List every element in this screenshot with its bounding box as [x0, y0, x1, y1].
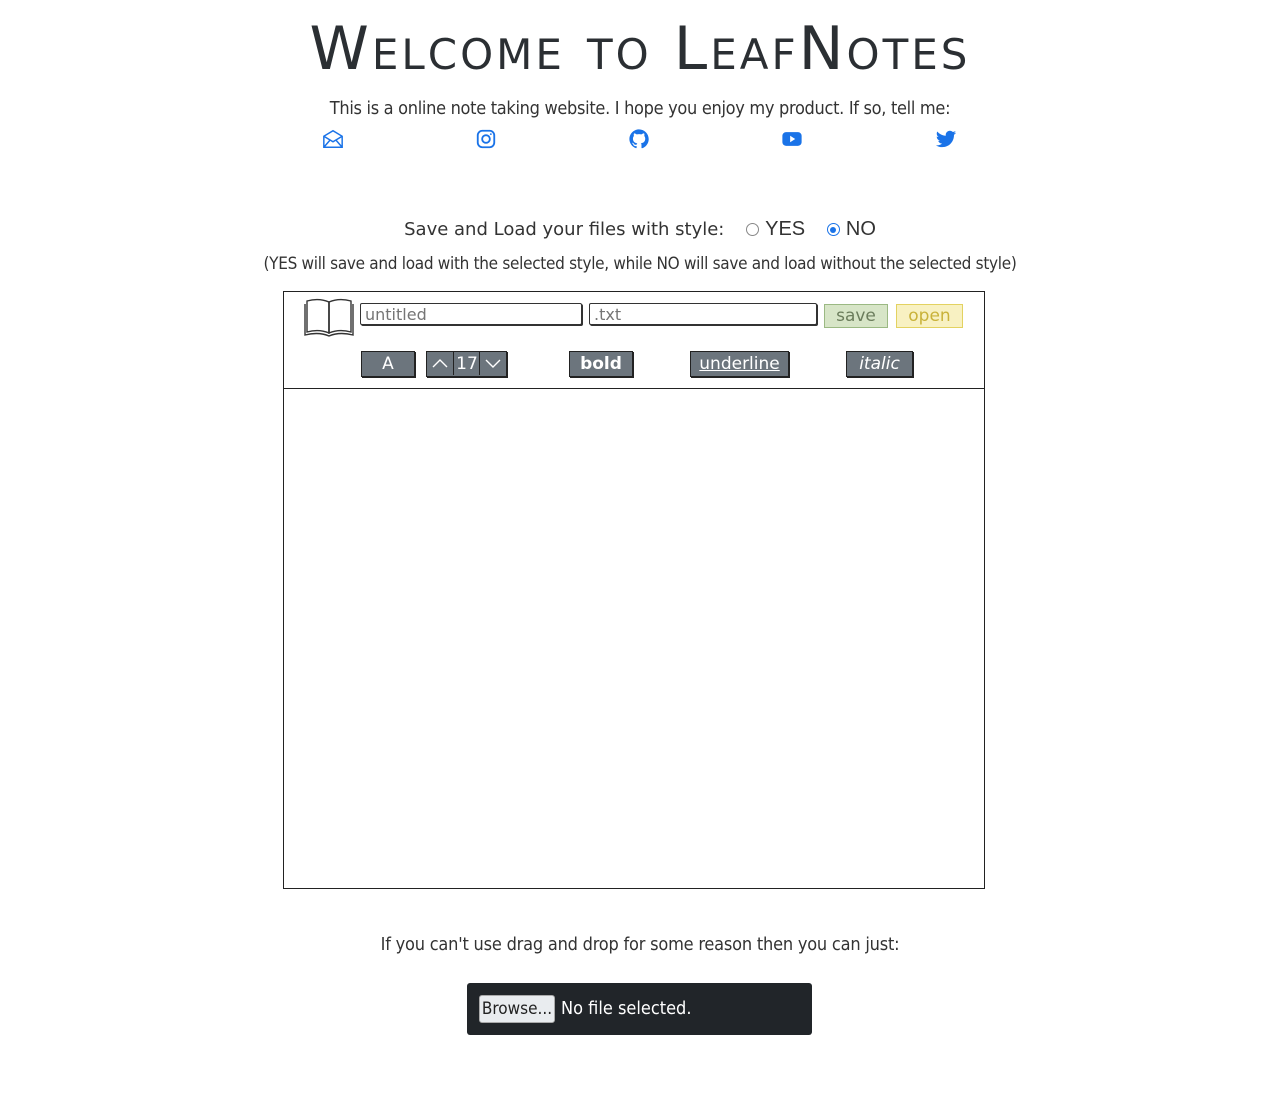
save-button[interactable]: save [824, 304, 888, 328]
radio-no-indicator [826, 223, 840, 237]
instagram-icon [476, 129, 496, 149]
radio-yes-label: YES [765, 218, 806, 240]
font-size-up-button[interactable] [427, 352, 454, 375]
drag-drop-message: If you can't use drag and drop for some … [380, 934, 900, 955]
open-button[interactable]: open [896, 304, 963, 328]
file-status: No file selected. [561, 998, 692, 1019]
intro-text: This is a online note taking website. I … [329, 98, 951, 119]
social-links [0, 128, 1280, 152]
radio-yes-indicator [746, 223, 760, 237]
style-option-note: (YES will save and load with the selecte… [263, 254, 1017, 274]
font-button[interactable]: A [361, 351, 415, 377]
github-icon [629, 129, 649, 149]
radio-no[interactable]: NO [826, 218, 876, 241]
style-option-row: Save and Load your files with style: YES… [0, 218, 1280, 241]
bold-button[interactable]: bold [569, 351, 633, 377]
envelope-icon [323, 129, 343, 148]
font-size-stepper: 17 [426, 351, 507, 377]
font-size-down-button[interactable] [479, 352, 506, 375]
underline-button[interactable]: underline [690, 351, 789, 377]
italic-button[interactable]: italic [846, 351, 913, 377]
radio-no-label: NO [845, 218, 876, 240]
font-size-value: 17 [456, 354, 478, 374]
editor: save open A 17 bold underline italic [283, 291, 985, 889]
youtube-link[interactable] [781, 128, 805, 152]
youtube-icon [782, 132, 802, 146]
file-upload: Browse... No file selected. [467, 983, 812, 1035]
book-icon [304, 298, 354, 337]
extension-input[interactable] [589, 303, 817, 325]
twitter-link[interactable] [935, 128, 959, 152]
browse-button[interactable]: Browse... [479, 995, 555, 1023]
filename-input[interactable] [360, 303, 582, 325]
radio-yes[interactable]: YES [746, 218, 805, 241]
page-title: Welcome to LeafNotes [309, 14, 971, 84]
editor-toolbar: save open A 17 bold underline italic [284, 292, 984, 389]
chevron-up-icon [432, 359, 448, 368]
twitter-icon [935, 130, 957, 148]
note-content-area[interactable] [284, 389, 984, 888]
instagram-link[interactable] [475, 128, 499, 152]
email-link[interactable] [322, 128, 346, 152]
chevron-down-icon [485, 359, 501, 368]
github-link[interactable] [628, 128, 652, 152]
style-option-label: Save and Load your files with style: [404, 219, 725, 240]
